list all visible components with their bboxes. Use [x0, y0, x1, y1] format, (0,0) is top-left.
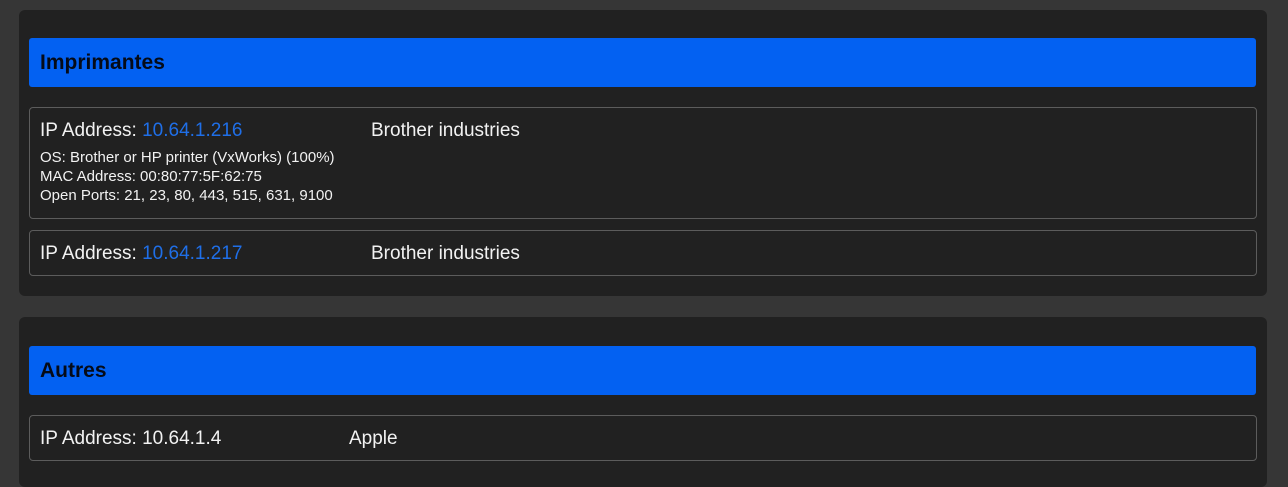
device-card[interactable]: IP Address: 10.64.1.217 Brother industri…: [29, 230, 1257, 276]
ip-address-value: 10.64.1.4: [142, 428, 222, 449]
others-panel: Autres IP Address: 10.64.1.4 Apple: [19, 317, 1267, 487]
section-header-others: Autres: [29, 346, 1256, 395]
ip-address-label: IP Address:: [40, 428, 143, 449]
mac-address: MAC Address: 00:80:77:5F:62:75: [40, 168, 262, 185]
ip-address-label: IP Address:: [40, 120, 143, 141]
ip-address-row: IP Address: 10.64.1.4: [40, 427, 221, 450]
ip-address-row: IP Address: 10.64.1.216: [40, 119, 242, 142]
os-info: OS: Brother or HP printer (VxWorks) (100…: [40, 149, 335, 166]
device-card[interactable]: IP Address: 10.64.1.4 Apple: [29, 415, 1257, 461]
device-details: OS: Brother or HP printer (VxWorks) (100…: [40, 148, 335, 205]
vendor-name: Apple: [349, 428, 398, 449]
ip-address-label: IP Address:: [40, 243, 143, 264]
vendor-name: Brother industries: [371, 120, 520, 141]
printers-panel: Imprimantes IP Address: 10.64.1.216 Brot…: [19, 10, 1267, 296]
open-ports: Open Ports: 21, 23, 80, 443, 515, 631, 9…: [40, 187, 333, 204]
vendor-name: Brother industries: [371, 243, 520, 264]
ip-address-link[interactable]: 10.64.1.217: [142, 243, 242, 264]
ip-address-row: IP Address: 10.64.1.217: [40, 242, 242, 265]
section-header-printers: Imprimantes: [29, 38, 1256, 87]
ip-address-link[interactable]: 10.64.1.216: [142, 120, 242, 141]
device-card[interactable]: IP Address: 10.64.1.216 Brother industri…: [29, 107, 1257, 219]
